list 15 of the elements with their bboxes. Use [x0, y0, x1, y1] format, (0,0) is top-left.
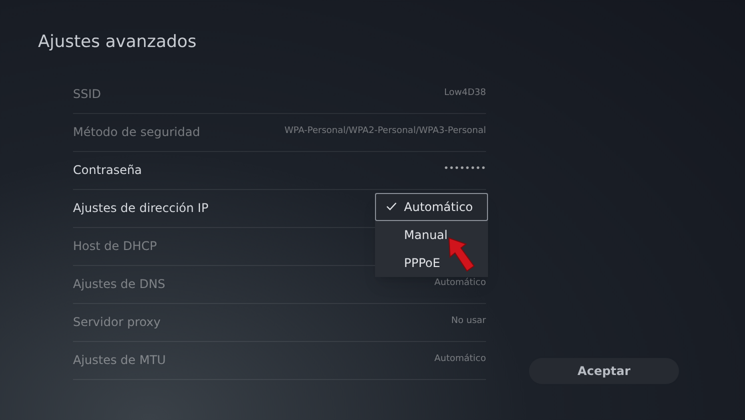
dropdown-option[interactable]: Manual — [375, 220, 488, 248]
setting-value: Automático — [434, 353, 486, 366]
setting-label[interactable]: Contraseña — [73, 161, 142, 179]
pointer-arrow-icon — [446, 236, 476, 274]
setting-value: No usar — [451, 315, 486, 328]
setting-value: Low4D38 — [444, 87, 486, 100]
setting-label[interactable]: Ajustes de dirección IP — [73, 199, 208, 217]
page-title: Ajustes avanzados — [38, 31, 198, 54]
dropdown-option[interactable]: Automático — [375, 192, 488, 220]
accept-button[interactable]: Aceptar — [529, 358, 679, 384]
dropdown-option[interactable]: PPPoE — [375, 248, 488, 276]
check-icon — [386, 202, 397, 211]
setting-value: WPA-Personal/WPA2-Personal/WPA3-Personal — [284, 125, 486, 138]
setting-value: Automático — [434, 277, 486, 290]
setting-value: •••••••• — [444, 163, 486, 176]
